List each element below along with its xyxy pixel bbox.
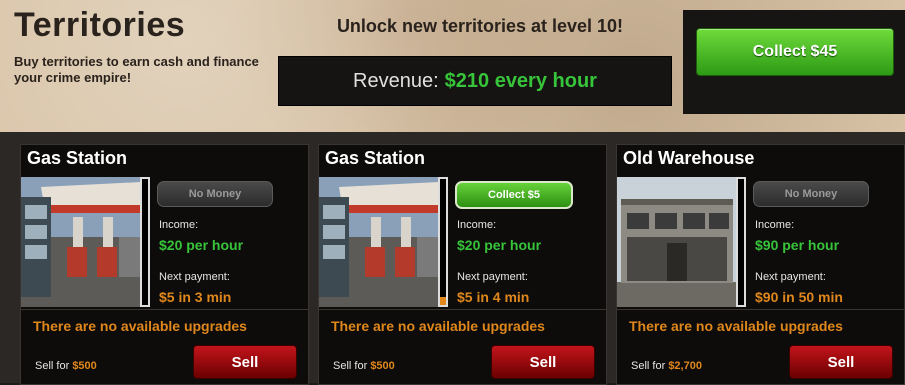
sell-prefix: Sell for [333,360,368,372]
sell-prefix: Sell for [35,360,70,372]
sell-price: Sell for $2,700 [631,360,702,372]
page-subtitle: Buy territories to earn cash and finance… [14,54,259,85]
sell-price-value: $500 [370,360,395,372]
next-payment-value: $90 in 50 min [755,289,843,305]
collect-button[interactable]: Collect $5 [455,181,573,209]
territory-card: Gas Station Collect $5 Income: $20 per h… [318,144,607,385]
territories-header: Territories Buy territories to earn cash… [0,0,905,132]
card-divider [319,309,606,310]
sell-prefix: Sell for [631,360,666,372]
income-label: Income: [755,219,795,231]
territory-name: Gas Station [27,148,128,168]
revenue-display: Revenue: $210 every hour [278,56,672,106]
collect-panel: Collect $45 [683,10,905,114]
territory-name: Gas Station [325,148,426,168]
income-value: $20 per hour [457,237,542,253]
gas-station-image [21,177,141,307]
upgrades-notice: There are no available upgrades [33,318,247,334]
territory-list: Gas Station No Money Income: $20 per hou… [0,132,905,385]
sell-price-value: $500 [72,360,97,372]
upgrades-notice: There are no available upgrades [629,318,843,334]
sell-price: Sell for $500 [35,360,97,372]
next-payment-label: Next payment: [457,271,528,283]
payment-progress-fill [440,297,446,305]
revenue-value: $210 every hour [444,69,597,92]
income-label: Income: [159,219,199,231]
next-payment-value: $5 in 3 min [159,289,232,305]
territory-name: Old Warehouse [623,148,755,168]
unlock-notice: Unlock new territories at level 10! [336,16,624,36]
card-divider [21,309,308,310]
next-payment-label: Next payment: [755,271,826,283]
sell-price: Sell for $500 [333,360,395,372]
sell-button[interactable]: Sell [193,345,297,379]
income-value: $90 per hour [755,237,840,253]
territory-card: Gas Station No Money Income: $20 per hou… [20,144,309,385]
payment-progress-bar [736,177,746,307]
payment-progress-bar [438,177,448,307]
upgrades-notice: There are no available upgrades [331,318,545,334]
sell-price-value: $2,700 [668,360,702,372]
card-divider [617,309,904,310]
territory-card: Old Warehouse No Money Income: $90 per h… [616,144,905,385]
next-payment-label: Next payment: [159,271,230,283]
payment-progress-bar [140,177,150,307]
no-money-button[interactable]: No Money [157,181,273,207]
sell-button[interactable]: Sell [491,345,595,379]
collect-all-button[interactable]: Collect $45 [696,28,894,76]
revenue-label: Revenue: [353,69,439,92]
no-money-button[interactable]: No Money [753,181,869,207]
gas-station-image [319,177,439,307]
income-label: Income: [457,219,497,231]
income-value: $20 per hour [159,237,244,253]
next-payment-value: $5 in 4 min [457,289,530,305]
page-title: Territories [14,6,186,44]
sell-button[interactable]: Sell [789,345,893,379]
warehouse-image [617,177,737,307]
